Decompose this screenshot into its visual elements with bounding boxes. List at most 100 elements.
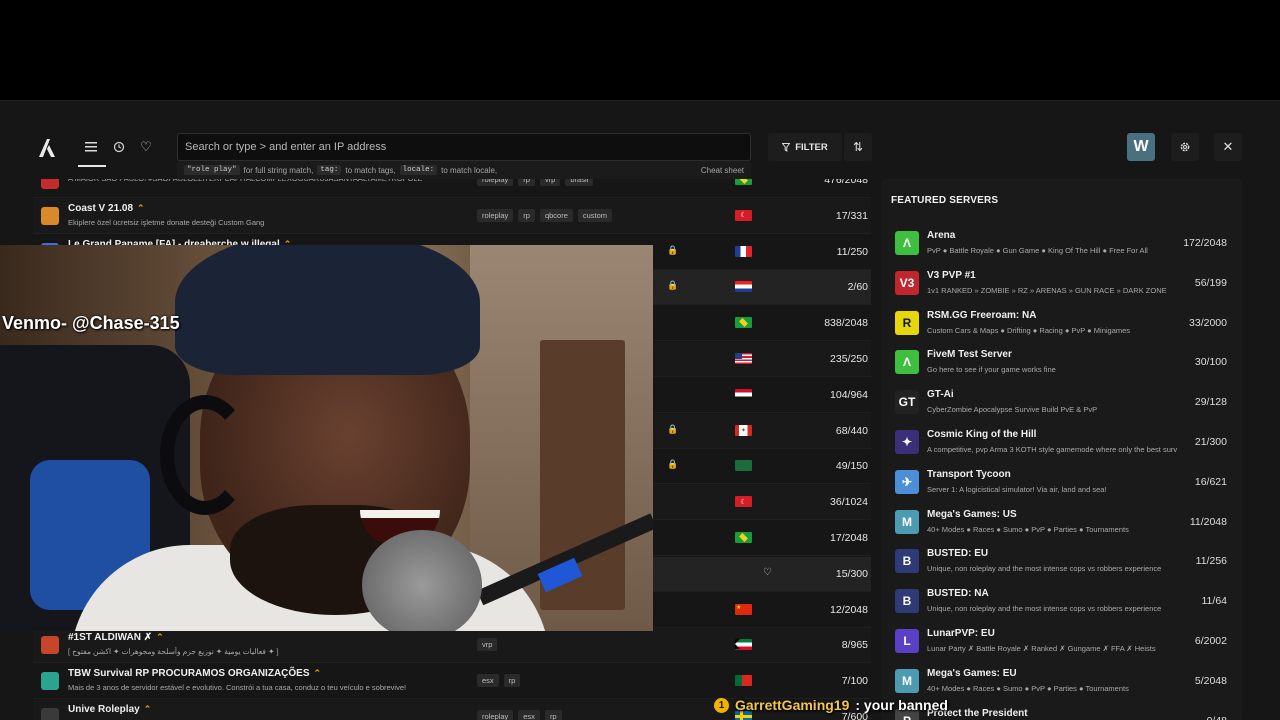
list-icon xyxy=(85,142,97,152)
fivem-logo-icon[interactable] xyxy=(36,137,58,159)
featured-server-description: A competitive, pvp Arma 3 KOTH style gam… xyxy=(927,445,1177,454)
settings-button[interactable] xyxy=(1171,133,1199,161)
favorite-heart-icon[interactable]: ♡ xyxy=(763,567,772,578)
flag-fr-icon xyxy=(735,245,752,257)
filter-label: FILTER xyxy=(795,141,828,153)
tag-chip[interactable]: rp xyxy=(518,208,535,222)
server-name: TBW Survival RP PROCURAMOS ORGANIZAÇÕES ⌃ xyxy=(68,668,322,680)
featured-server-description: 1v1 RANKED » ZOMBIE » RZ » ARENAS » GUN … xyxy=(927,285,1167,295)
tag-chip[interactable]: rp xyxy=(503,674,521,688)
flag-br-icon xyxy=(735,179,752,185)
featured-server-row[interactable]: ✦ Cosmic King of the Hill A competitive, p… xyxy=(881,422,1242,461)
filter-icon xyxy=(782,142,791,152)
tag-chip[interactable]: rp xyxy=(544,710,562,720)
featured-server-row[interactable]: ✈ Transport Tycoon Server 1: A logicistica… xyxy=(881,462,1242,501)
featured-player-count: 56/199 xyxy=(1194,276,1227,289)
featured-server-row[interactable]: V3 V3 PVP #1 1v1 RANKED » ZOMBIE » RZ » AR… xyxy=(881,263,1242,302)
tycoon-logo-icon: ✈ xyxy=(895,469,919,494)
tag-chip[interactable]: rp xyxy=(518,179,535,186)
tag-chip[interactable]: qbcore xyxy=(539,208,573,222)
close-button[interactable]: ✕ xyxy=(1214,133,1242,161)
server-row[interactable]: #1ST ALDIWAN ✗ ⌃ [ فعاليات يومية ✦ توزيع ج… xyxy=(33,628,871,664)
server-icon xyxy=(41,672,59,691)
user-avatar[interactable]: W xyxy=(1127,133,1155,161)
player-count: 11/250 xyxy=(836,245,868,258)
tag-chip[interactable]: roleplay xyxy=(477,710,514,720)
busted-logo-icon: B xyxy=(895,549,919,574)
featured-server-row[interactable]: GT GT-Ai CyberZombie Apocalypse Survive Bu… xyxy=(881,382,1242,421)
flag-cn-icon: ★ xyxy=(735,603,752,615)
server-tags: vrp xyxy=(477,638,498,652)
featured-server-description: Lunar Party ✗ Battle Royale ✗ Ranked ✗ G… xyxy=(927,644,1156,653)
server-list-tab[interactable] xyxy=(78,135,106,167)
tag-chip[interactable]: custom xyxy=(577,208,613,222)
rsm-logo-icon: R xyxy=(895,310,919,335)
featured-server-row[interactable]: B BUSTED: NA Unique, non roleplay and the … xyxy=(881,581,1242,620)
featured-server-row[interactable]: Λ FiveM Test Server Go here to see if your… xyxy=(881,342,1242,381)
featured-server-row[interactable]: R RSM.GG Freeroam: NA Custom Cars & Maps ●… xyxy=(881,303,1242,342)
tag-chip[interactable]: roleplay xyxy=(477,208,514,222)
featured-server-name: Mega's Games: US xyxy=(927,508,1017,520)
featured-player-count: 11/64 xyxy=(1201,595,1228,608)
player-count: 36/1024 xyxy=(830,496,868,509)
lock-icon: 🔒 xyxy=(667,280,679,291)
flag-tr-icon: ☾ xyxy=(735,496,752,508)
sort-button[interactable]: ⇅ xyxy=(844,133,872,161)
featured-server-name: Cosmic King of the Hill xyxy=(927,429,1037,440)
featured-server-name: Transport Tycoon xyxy=(927,468,1011,480)
flag-hr-icon xyxy=(735,281,752,293)
gtai-logo-icon: GT xyxy=(895,390,919,415)
server-row[interactable]: Coast V 21.08 ⌃ Ekiplere özel ücretsiz işl… xyxy=(33,198,871,234)
player-count: 12/2048 xyxy=(830,603,868,616)
flag-eg-icon xyxy=(735,388,752,400)
tag-chip[interactable]: esx xyxy=(477,674,499,688)
search-input[interactable] xyxy=(178,134,750,160)
tag-chip[interactable]: brasil xyxy=(565,179,594,186)
server-tags: esx rp xyxy=(477,674,521,688)
cheat-sheet-link[interactable]: Cheat sheet xyxy=(701,166,744,175)
featured-server-description: CyberZombie Apocalypse Survive Build PvE… xyxy=(927,405,1098,415)
filter-button[interactable]: FILTER xyxy=(768,133,842,161)
featured-player-count: 21/300 xyxy=(1194,436,1227,448)
player-count: 7/100 xyxy=(841,675,868,688)
webcam-overlay: Venmo- @Chase-315 xyxy=(0,245,653,631)
search-bar[interactable] xyxy=(177,133,751,161)
history-tab[interactable] xyxy=(106,135,132,159)
featured-server-name: BUSTED: NA xyxy=(927,588,989,600)
tag-chip[interactable]: vrp xyxy=(477,638,498,652)
v3-logo-icon: V3 xyxy=(895,270,919,295)
sort-icon: ⇅ xyxy=(852,140,864,154)
featured-server-row[interactable]: B BUSTED: EU Unique, non roleplay and the … xyxy=(881,541,1242,580)
flag-br-icon xyxy=(735,317,752,329)
server-name: Unive Roleplay ⌃ xyxy=(68,704,152,715)
featured-server-row[interactable]: Λ Arena PvP ● Battle Royale ● Gun Game ● K… xyxy=(881,223,1242,262)
player-count: 476/2048 xyxy=(824,179,868,186)
featured-server-name: RSM.GG Freeroam: NA xyxy=(927,309,1037,321)
hint-text: to match locale, xyxy=(441,165,498,175)
server-row[interactable]: A MAIOR SÃO PAULO! #SAOPAULOELITERPCAPIT… xyxy=(33,179,871,198)
cosmic-logo-icon: ✦ xyxy=(895,430,919,454)
chat-username: GarrettGaming19 xyxy=(735,697,850,713)
heart-icon: ♡ xyxy=(140,139,152,154)
featured-server-name: LunarPVP: EU xyxy=(927,628,995,639)
player-count: 15/300 xyxy=(835,567,868,580)
server-icon xyxy=(41,179,59,189)
flag-sa-icon xyxy=(735,460,752,472)
featured-server-description: Custom Cars & Maps ● Drifting ● Racing ●… xyxy=(927,325,1131,335)
close-icon: ✕ xyxy=(1222,139,1234,154)
server-description: Ekiplere özel ücretsiz işletme donate de… xyxy=(68,217,265,227)
microphone xyxy=(362,530,482,631)
featured-player-count: 30/100 xyxy=(1194,356,1227,369)
tag-chip[interactable]: esx xyxy=(518,710,540,720)
featured-server-row[interactable]: M Mega's Games: US 40+ Modes ● Races ● Sum… xyxy=(881,502,1242,541)
featured-server-row[interactable]: L LunarPVP: EU Lunar Party ✗ Battle Royale… xyxy=(881,621,1242,660)
featured-servers-panel: FEATURED SERVERS Λ Arena PvP ● Battle Roya… xyxy=(881,179,1242,720)
server-description: A MAIOR SÃO PAULO! #SAOPAULOELITERPCAPIT… xyxy=(68,179,463,183)
tag-chip[interactable]: vrp xyxy=(539,179,561,186)
player-count: 8/965 xyxy=(841,639,868,652)
featured-server-name: V3 PVP #1 xyxy=(927,269,976,281)
tag-chip[interactable]: roleplay xyxy=(477,179,514,186)
favorites-tab[interactable]: ♡ xyxy=(133,135,159,159)
lunar-logo-icon: L xyxy=(895,629,919,653)
featured-player-count: 29/128 xyxy=(1194,396,1227,409)
